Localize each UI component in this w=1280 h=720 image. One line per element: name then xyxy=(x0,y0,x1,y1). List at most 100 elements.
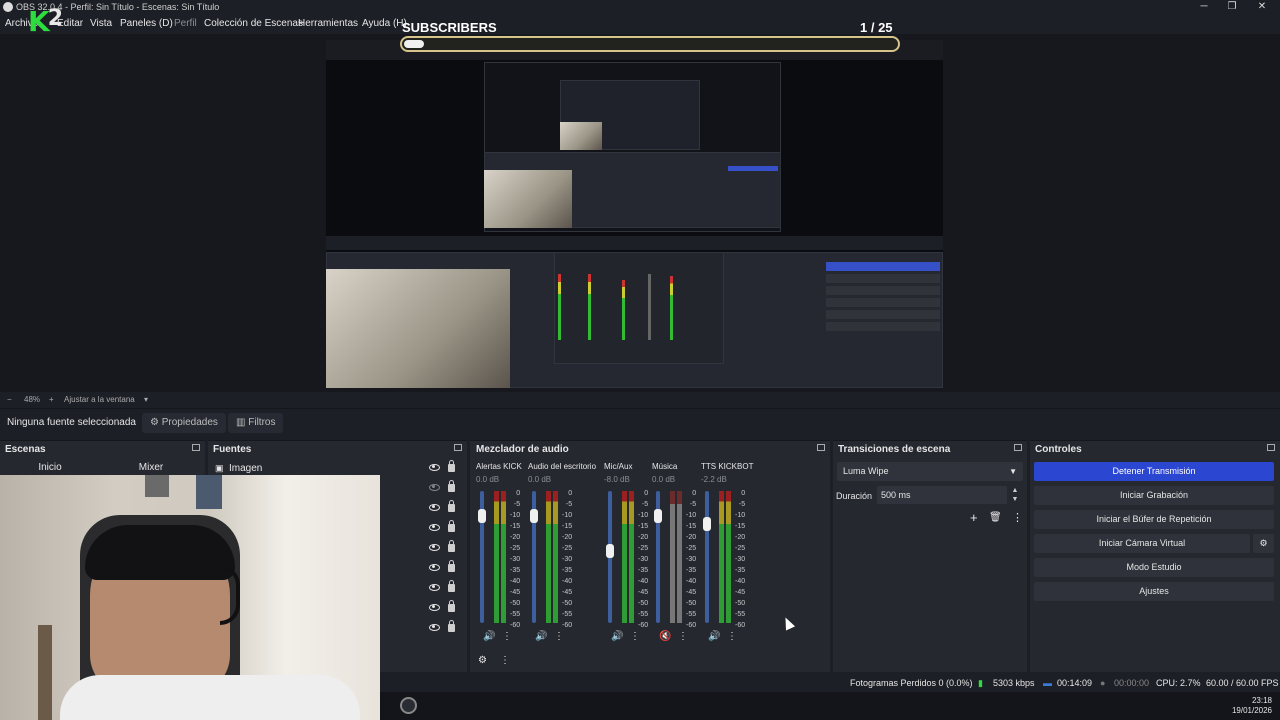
scale-tick: -5 xyxy=(513,501,521,508)
lock-icon[interactable] xyxy=(448,480,455,492)
menu-coleccion-escenas[interactable]: Colección de Escenas xyxy=(204,18,303,29)
channel-menu-icon[interactable]: ⋮ xyxy=(678,631,688,642)
minimize-button[interactable]: ─ xyxy=(1190,0,1218,14)
hidden-eye-icon[interactable] xyxy=(429,484,440,491)
settings-button[interactable]: Ajustes xyxy=(1034,582,1274,601)
lock-icon[interactable] xyxy=(448,460,455,472)
muted-speaker-icon[interactable]: 🔇 xyxy=(659,631,671,642)
fader-knob[interactable] xyxy=(703,517,711,531)
filter-icon: ▥ xyxy=(236,417,249,428)
scale-tick: -40 xyxy=(562,578,573,585)
volume-fader[interactable] xyxy=(530,491,538,623)
properties-label: Propiedades xyxy=(161,417,218,428)
speaker-icon[interactable]: 🔊 xyxy=(483,631,495,642)
undock-icon[interactable] xyxy=(1267,444,1275,451)
lock-icon[interactable] xyxy=(448,520,455,532)
undock-icon[interactable] xyxy=(817,444,825,451)
visibility-eye-icon[interactable] xyxy=(429,624,440,631)
visibility-eye-icon[interactable] xyxy=(429,604,440,611)
scale-tick: -35 xyxy=(638,567,649,574)
transition-select[interactable]: Luma Wipe ▼ xyxy=(837,462,1023,481)
channel-menu-icon[interactable]: ⋮ xyxy=(630,631,640,642)
scale-tick: -35 xyxy=(562,567,573,574)
stream-time: 00:14:09 xyxy=(1057,678,1093,688)
start-recording-button[interactable]: Iniciar Grabación xyxy=(1034,486,1274,505)
fader-knob[interactable] xyxy=(654,509,662,523)
fader-knob[interactable] xyxy=(478,509,486,523)
lock-icon[interactable] xyxy=(448,540,455,552)
zoom-in-button[interactable]: + xyxy=(49,395,54,404)
volume-fader[interactable] xyxy=(478,491,486,623)
scale-tick: -30 xyxy=(638,556,649,563)
volume-meter xyxy=(677,491,682,623)
fader-knob[interactable] xyxy=(606,544,614,558)
controls-title: Controles xyxy=(1035,444,1082,455)
remove-transition-button[interactable]: 🗑 xyxy=(989,512,1002,523)
visibility-eye-icon[interactable] xyxy=(429,524,440,531)
lock-icon[interactable] xyxy=(448,580,455,592)
visibility-eye-icon[interactable] xyxy=(429,584,440,591)
menu-herramientas[interactable]: Herramientas xyxy=(298,18,358,29)
duration-input[interactable]: 500 ms xyxy=(877,486,1007,504)
lock-icon[interactable] xyxy=(448,500,455,512)
properties-button[interactable]: ⚙ Propiedades xyxy=(142,413,226,433)
speaker-icon[interactable]: 🔊 xyxy=(535,631,547,642)
start-replay-buffer-button[interactable]: Iniciar el Búfer de Repetición xyxy=(1034,510,1274,529)
maximize-button[interactable]: ❐ xyxy=(1218,0,1246,14)
volume-fader[interactable] xyxy=(654,491,662,623)
lock-icon[interactable] xyxy=(448,560,455,572)
visibility-eye-icon[interactable] xyxy=(429,464,440,471)
speaker-icon[interactable]: 🔊 xyxy=(708,631,720,642)
zoom-out-button[interactable]: − xyxy=(7,395,12,404)
duration-spinner[interactable]: ▲ ▼ xyxy=(1010,486,1020,504)
add-transition-button[interactable]: + xyxy=(970,510,978,525)
start-virtual-camera-button[interactable]: Iniciar Cámara Virtual xyxy=(1034,534,1250,553)
logo-number: 2 xyxy=(47,6,63,31)
scale-tick: -40 xyxy=(735,578,746,585)
close-button[interactable]: ✕ xyxy=(1248,0,1276,14)
scale-tick: -15 xyxy=(510,523,521,530)
menu-ayuda[interactable]: Ayuda (H) xyxy=(362,18,407,29)
scale-tick: -5 xyxy=(641,501,649,508)
volume-fader[interactable] xyxy=(703,491,711,623)
scene-item-inicio[interactable]: Inicio xyxy=(0,459,100,476)
visibility-eye-icon[interactable] xyxy=(429,564,440,571)
volume-fader[interactable] xyxy=(606,491,614,623)
program-preview[interactable] xyxy=(326,40,943,388)
visibility-eye-icon[interactable] xyxy=(429,504,440,511)
scene-item-mixer[interactable]: Mixer xyxy=(101,459,201,476)
lock-icon[interactable] xyxy=(448,620,455,632)
scale-tick: -60 xyxy=(686,622,697,629)
channel-menu-icon[interactable]: ⋮ xyxy=(502,631,512,642)
chevron-down-icon[interactable]: ▾ xyxy=(144,395,148,404)
stop-streaming-button[interactable]: Detener Transmisión xyxy=(1034,462,1274,481)
mixer-title: Mezclador de audio xyxy=(476,444,569,455)
channel-menu-icon[interactable]: ⋮ xyxy=(727,631,737,642)
scale-tick: -15 xyxy=(638,523,649,530)
filters-button[interactable]: ▥ Filtros xyxy=(228,413,284,433)
scale-tick: -50 xyxy=(735,600,746,607)
transition-menu-button[interactable]: ⋮ xyxy=(1012,511,1023,524)
zoom-fit-select[interactable]: Ajustar a la ventana xyxy=(64,395,135,404)
menu-paneles[interactable]: Paneles (D) xyxy=(120,18,173,29)
scale-tick: -25 xyxy=(562,545,573,552)
system-clock: 23:18 19/01/2026 xyxy=(1232,696,1272,716)
undock-icon[interactable] xyxy=(1014,444,1022,451)
mixer-menu-icon[interactable]: ⋮ xyxy=(500,655,510,666)
scale-tick: -35 xyxy=(686,567,697,574)
undock-icon[interactable] xyxy=(192,444,200,451)
speaker-icon[interactable]: 🔊 xyxy=(611,631,623,642)
scale-tick: 0 xyxy=(692,490,697,497)
advanced-audio-icon[interactable]: ⚙ xyxy=(478,655,487,666)
undock-icon[interactable] xyxy=(454,444,462,451)
channel-menu-icon[interactable]: ⋮ xyxy=(554,631,564,642)
menu-vista[interactable]: Vista xyxy=(90,18,112,29)
lock-icon[interactable] xyxy=(448,600,455,612)
subscribers-count: 1 / 25 xyxy=(860,20,893,35)
virtual-camera-settings-button[interactable]: ⚙ xyxy=(1253,534,1274,553)
visibility-eye-icon[interactable] xyxy=(429,544,440,551)
obs-taskbar-icon[interactable] xyxy=(400,697,417,714)
studio-mode-button[interactable]: Modo Estudio xyxy=(1034,558,1274,577)
menu-perfil[interactable]: Perfil xyxy=(174,18,197,29)
fader-knob[interactable] xyxy=(530,509,538,523)
